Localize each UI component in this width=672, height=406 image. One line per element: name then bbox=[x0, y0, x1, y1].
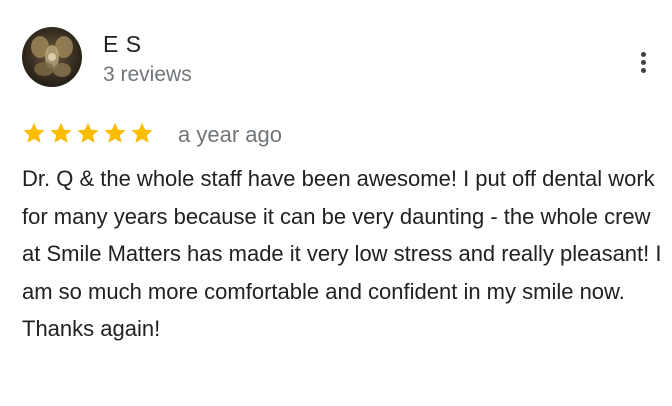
avatar-image bbox=[22, 27, 82, 87]
star-icon bbox=[23, 122, 45, 143]
avatar[interactable] bbox=[22, 27, 82, 87]
star-rating bbox=[22, 121, 154, 147]
more-options-button[interactable] bbox=[630, 45, 658, 81]
author-name[interactable]: E S bbox=[103, 30, 142, 58]
author-review-count[interactable]: 3 reviews bbox=[103, 62, 192, 88]
review-text: Dr. Q & the whole staff have been awesom… bbox=[22, 166, 662, 341]
star-icon bbox=[131, 122, 153, 143]
star-icon bbox=[104, 122, 126, 143]
review-card: E S 3 reviews a year ago Dr. Q & the who… bbox=[0, 0, 672, 406]
review-date: a year ago bbox=[178, 122, 282, 147]
star-icon bbox=[50, 122, 72, 143]
star-icon bbox=[77, 122, 99, 143]
